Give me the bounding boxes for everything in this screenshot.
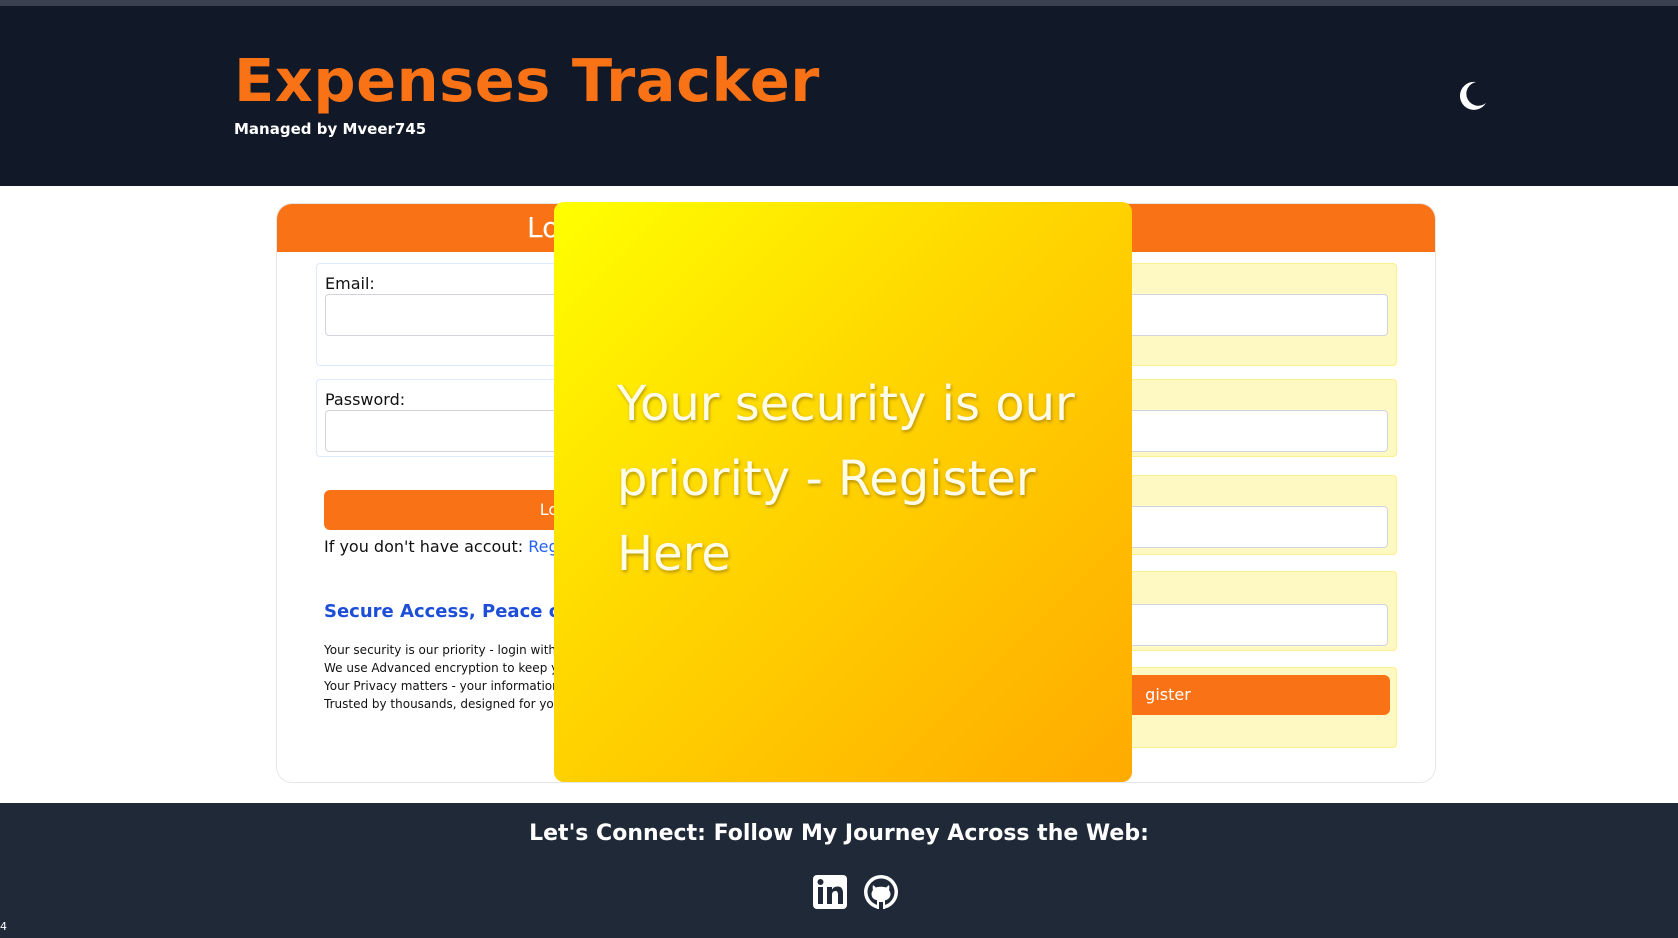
moon-icon: [1459, 81, 1486, 110]
secure-line: We use Advanced encryption to keep your: [324, 661, 579, 675]
footer-text: Let's Connect: Follow My Journey Across …: [529, 821, 1149, 846]
secure-line: Your security is our priority - login wi…: [324, 643, 579, 657]
promo-overlay: Your security is our priority - Register…: [554, 202, 1132, 782]
theme-toggle-button[interactable]: [1452, 76, 1492, 116]
secure-line: Trusted by thousands, designed for your …: [324, 697, 578, 711]
no-account-text: If you don't have accout: Registe: [324, 537, 588, 556]
secure-access-description: Your security is our priority - login wi…: [324, 641, 582, 713]
linkedin-link[interactable]: [811, 873, 849, 911]
github-link[interactable]: [862, 873, 900, 911]
promo-overlay-text: Your security is our priority - Register…: [617, 376, 1075, 582]
linkedin-icon: [813, 875, 847, 909]
github-icon: [864, 875, 898, 909]
app-title: Expenses Tracker: [234, 46, 820, 115]
site-header: Expenses Tracker Managed by Mveer745: [0, 6, 1678, 186]
corner-text: 4: [0, 920, 7, 933]
no-account-label: If you don't have accout:: [324, 537, 524, 556]
secure-line: Your Privacy matters - your information …: [324, 679, 582, 693]
email-label: Email:: [325, 274, 375, 293]
app-subtitle: Managed by Mveer745: [234, 120, 427, 138]
password-label: Password:: [325, 390, 406, 409]
site-footer: Let's Connect: Follow My Journey Across …: [0, 803, 1678, 938]
